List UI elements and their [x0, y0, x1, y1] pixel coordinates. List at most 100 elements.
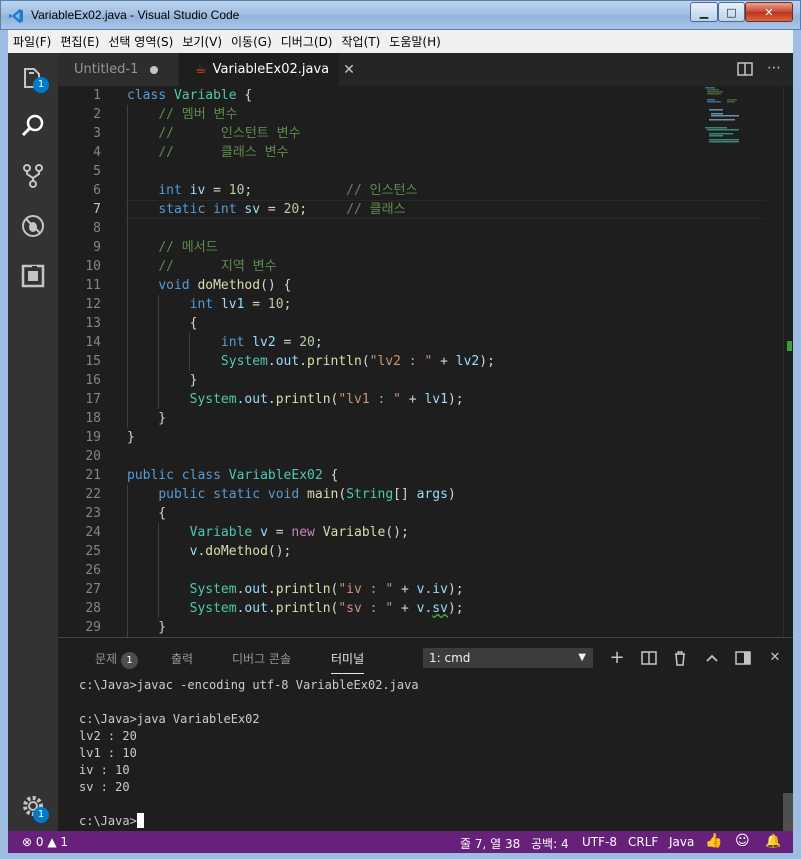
- scrollbar-change-marker: [787, 341, 792, 351]
- terminal-prompt-line[interactable]: c:\Java>: [79, 813, 144, 830]
- menu-edit[interactable]: 편집(E): [55, 33, 103, 50]
- terminal-cursor: [136, 813, 144, 828]
- code-line: 3 // 인스턴트 변수: [93, 126, 301, 141]
- tab-debug-console[interactable]: 디버그 콘솔: [232, 650, 291, 667]
- tab-output[interactable]: 출력: [171, 650, 193, 667]
- maximize-icon: □: [726, 5, 737, 19]
- tab-problems[interactable]: 문제 1: [95, 650, 139, 669]
- terminal-select[interactable]: 1: cmd ▼: [423, 648, 593, 668]
- code-line: 13 {: [85, 316, 198, 331]
- code-line: 9 // 메서드: [93, 240, 218, 255]
- thumbs-up-icon[interactable]: 👍: [705, 833, 722, 849]
- language-mode[interactable]: Java: [669, 835, 694, 849]
- code-line: 27 System.out.println("iv : " + v.iv);: [85, 582, 464, 597]
- code-line: 20: [85, 449, 101, 464]
- close-tab-icon[interactable]: ✕: [343, 62, 355, 78]
- explorer-badge: 1: [33, 77, 49, 93]
- terminal-line: c:\Java>javac -encoding utf-8 VariableEx…: [79, 678, 419, 692]
- terminal-line: lv1 : 10: [79, 746, 137, 760]
- toggle-panel-position-icon[interactable]: [734, 649, 752, 667]
- terminal-line: c:\Java>java VariableEx02: [79, 712, 260, 726]
- vscode-logo-icon: [9, 9, 23, 23]
- minimize-icon: ▁: [699, 5, 709, 19]
- chevron-up-icon[interactable]: [703, 649, 721, 667]
- code-line: 23 {: [85, 506, 167, 521]
- tab-label: Untitled-1: [74, 62, 139, 77]
- code-line: 17 System.out.println("lv1 : " + lv1);: [85, 392, 464, 407]
- terminal-scrollbar[interactable]: [783, 793, 793, 831]
- minimize-button[interactable]: ▁: [690, 2, 718, 22]
- problems-badge: 1: [121, 652, 139, 669]
- tab-terminal[interactable]: 터미널: [331, 650, 365, 674]
- tab-untitled-1[interactable]: Untitled-1: [58, 53, 178, 86]
- unsaved-dot-icon[interactable]: [150, 65, 159, 74]
- code-line: 10 // 지역 변수: [85, 259, 277, 274]
- editor-scrollbar[interactable]: [783, 86, 793, 637]
- new-terminal-icon[interactable]: +: [608, 649, 626, 667]
- split-editor-icon[interactable]: [736, 60, 754, 78]
- source-control-icon[interactable]: [20, 163, 46, 189]
- trash-icon[interactable]: [671, 649, 689, 667]
- code-line: 15 System.out.println("lv2 : " + lv2);: [85, 354, 495, 369]
- menu-go[interactable]: 이동(G): [226, 33, 276, 50]
- code-line: 22 public static void main(String[] args…: [85, 487, 456, 502]
- code-line: 29 }: [85, 620, 167, 635]
- debug-icon[interactable]: [20, 213, 46, 239]
- search-icon[interactable]: [20, 113, 46, 139]
- code-line: 16 }: [85, 373, 198, 388]
- code-line: 26: [85, 563, 101, 578]
- menu-file[interactable]: 파일(F): [8, 33, 55, 50]
- menu-view[interactable]: 보기(V): [177, 33, 226, 50]
- menu-bar: 파일(F) 편집(E) 선택 영역(S) 보기(V) 이동(G) 디버그(D) …: [8, 30, 793, 53]
- code-editor[interactable]: 1 class Variable { 2 // 멤버 변수 3 // 인스턴트 변…: [58, 86, 793, 637]
- notifications-bell-icon[interactable]: 🔔: [765, 834, 781, 849]
- code-line: 8: [93, 221, 101, 236]
- indentation[interactable]: 공백: 4: [531, 835, 569, 852]
- end-of-line[interactable]: CRLF: [628, 835, 658, 849]
- close-icon: ✕: [764, 5, 774, 19]
- terminal-select-value: 1: cmd: [429, 651, 471, 665]
- menu-tasks[interactable]: 작업(T): [337, 33, 385, 50]
- code-line: 24 Variable v = new Variable();: [85, 525, 409, 540]
- menu-help[interactable]: 도움말(H): [384, 33, 445, 50]
- feedback-smiley-icon[interactable]: ☺: [735, 833, 750, 849]
- file-encoding[interactable]: UTF-8: [582, 835, 617, 849]
- problems-status[interactable]: ⊗ 0 ▲ 1: [22, 835, 68, 849]
- menu-debug[interactable]: 디버그(D): [276, 33, 337, 50]
- extensions-icon[interactable]: [20, 263, 46, 289]
- title-bar: VariableEx02.java - Visual Studio Code ▁…: [0, 0, 801, 30]
- error-count: 0: [35, 835, 44, 849]
- menu-selection[interactable]: 선택 영역(S): [103, 33, 177, 50]
- close-window-button[interactable]: ✕: [745, 2, 793, 22]
- minimap[interactable]: [703, 86, 763, 156]
- window-frame-right: [793, 30, 801, 859]
- close-panel-icon[interactable]: ✕: [766, 649, 784, 667]
- code-line: 4 // 클래스 변수: [93, 145, 289, 160]
- java-icon: ☕: [195, 62, 207, 77]
- warning-icon: ▲: [47, 835, 57, 849]
- code-line: 14 int lv2 = 20;: [85, 335, 323, 350]
- warning-count: 1: [60, 835, 69, 849]
- code-line: 2 // 멤버 변수: [93, 107, 238, 122]
- code-line: 12 int lv1 = 10;: [85, 297, 292, 312]
- error-icon: ⊗: [22, 835, 33, 849]
- tab-label: VariableEx02.java: [212, 62, 330, 77]
- more-actions-icon[interactable]: ⋯: [765, 60, 783, 78]
- terminal-prompt: c:\Java>: [79, 814, 137, 828]
- code-line: 11 void doMethod() {: [85, 278, 292, 293]
- code-line: 28 System.out.println("sv : " + v.sv);: [85, 601, 464, 616]
- code-line: 18 }: [85, 411, 167, 426]
- code-line: 6 int iv = 10; // 인스턴스: [93, 183, 418, 198]
- tab-bar: Untitled-1 ☕ VariableEx02.java ✕ ⋯: [58, 53, 793, 86]
- code-line: 19}: [85, 430, 135, 445]
- tab-variableex02-java[interactable]: ☕ VariableEx02.java ✕: [179, 53, 355, 86]
- maximize-button[interactable]: □: [718, 2, 745, 22]
- settings-badge: 1: [33, 807, 49, 823]
- activity-bar: 1 1: [8, 53, 58, 831]
- terminal-line: lv2 : 20: [79, 729, 137, 743]
- code-line: 25 v.doMethod();: [85, 544, 292, 559]
- split-terminal-icon[interactable]: [640, 649, 658, 667]
- window-frame-bottom: [0, 853, 801, 859]
- code-line-current: 7 static int sv = 20; // 클래스: [93, 202, 406, 217]
- cursor-position[interactable]: 줄 7, 열 38: [460, 835, 520, 852]
